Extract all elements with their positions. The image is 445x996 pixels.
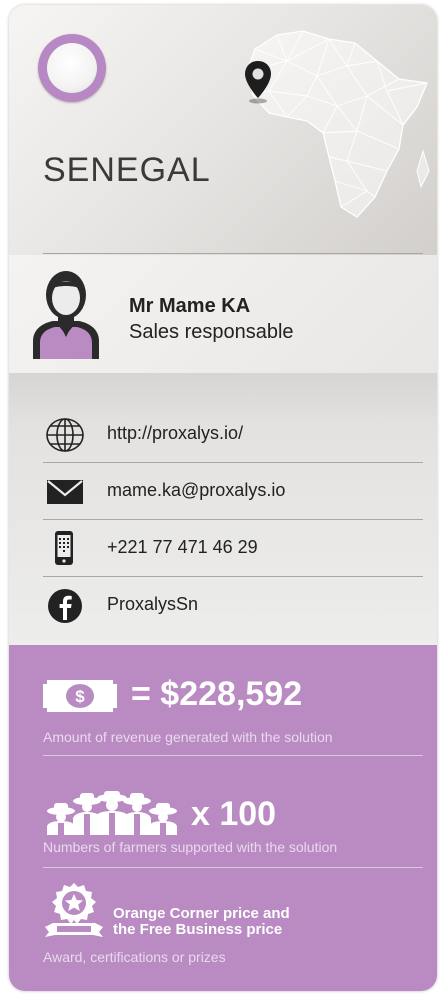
awards-text: Orange Corner price and the Free Busines…	[113, 906, 290, 938]
africa-map-icon	[246, 30, 430, 218]
email-row[interactable]: mame.ka@proxalys.io	[43, 463, 423, 520]
farmers-value: x 100	[191, 795, 277, 833]
divider	[43, 867, 423, 868]
award-badge-icon	[45, 883, 103, 937]
contact-role: Sales responsable	[129, 321, 294, 343]
website-row[interactable]: http://proxalys.io/	[43, 406, 423, 463]
flag-circle-icon	[38, 34, 106, 102]
email-link[interactable]: mame.ka@proxalys.io	[107, 480, 285, 501]
globe-icon	[46, 418, 84, 452]
revenue-value: = $228,592	[131, 675, 303, 713]
phone-number[interactable]: +221 77 471 46 29	[107, 537, 258, 558]
person-avatar-icon	[33, 271, 99, 359]
mail-icon	[47, 480, 83, 504]
money-icon: $	[43, 680, 117, 712]
contact-person: Mr Mame KA Sales responsable	[9, 255, 437, 373]
farmers-group-icon	[47, 791, 177, 835]
revenue-caption: Amount of revenue generated with the sol…	[43, 729, 333, 745]
divider	[43, 253, 423, 254]
facebook-icon	[48, 589, 82, 623]
country-name: SENEGAL	[43, 151, 211, 189]
location-pin-icon	[245, 61, 271, 104]
profile-card: SENEGAL Mr Mame KA Sales responsable htt…	[9, 5, 437, 991]
farmers-caption: Numbers of farmers supported with the so…	[43, 839, 338, 855]
facebook-page[interactable]: ProxalysSn	[107, 594, 198, 615]
svg-text:$: $	[75, 687, 85, 706]
facebook-row[interactable]: ProxalysSn	[43, 577, 423, 634]
country-header: SENEGAL	[9, 5, 437, 255]
contact-list: http://proxalys.io/ mame.ka@proxalys.io	[9, 373, 437, 645]
awards-caption: Award, certifications or prizes	[43, 949, 226, 965]
divider	[43, 755, 423, 756]
contact-name: Mr Mame KA	[129, 295, 251, 317]
website-link[interactable]: http://proxalys.io/	[107, 423, 243, 444]
awards-line-2: the Free Business price	[113, 921, 283, 938]
phone-row[interactable]: +221 77 471 46 29	[43, 520, 423, 577]
impact-stats: $ = $228,592 Amount of revenue generated…	[9, 645, 437, 991]
awards-line-1: Orange Corner price and	[113, 905, 290, 922]
phone-icon	[55, 531, 73, 565]
